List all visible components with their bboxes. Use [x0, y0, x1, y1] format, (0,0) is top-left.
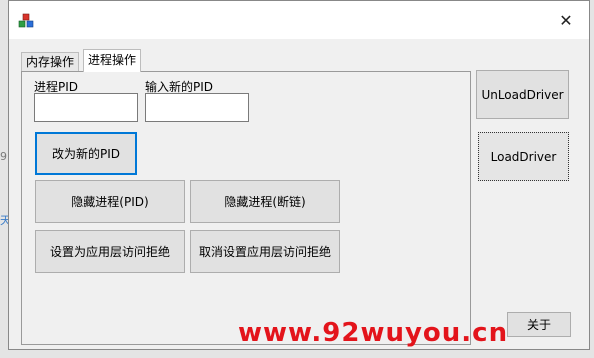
- close-icon[interactable]: ✕: [543, 1, 589, 39]
- tab-memory-ops[interactable]: 内存操作: [21, 52, 80, 71]
- tab-process-ops[interactable]: 进程操作: [83, 49, 142, 72]
- unload-driver-button[interactable]: UnLoadDriver: [476, 70, 569, 119]
- cubes-icon: [18, 13, 34, 28]
- watermark-text: www.92wuyou.cn: [238, 318, 509, 348]
- deny-access-button[interactable]: 设置为应用层访问拒绝: [35, 230, 185, 273]
- about-button[interactable]: 关于: [507, 312, 571, 337]
- hide-process-unlink-button[interactable]: 隐藏进程(断链): [190, 180, 340, 223]
- change-pid-button[interactable]: 改为新的PID: [35, 132, 137, 175]
- cancel-deny-access-button[interactable]: 取消设置应用层访问拒绝: [190, 230, 340, 273]
- pid-input[interactable]: [34, 93, 138, 122]
- new-pid-input[interactable]: [145, 93, 249, 122]
- hide-process-pid-button[interactable]: 隐藏进程(PID): [35, 180, 185, 223]
- process-panel: 进程PID 输入新的PID 改为新的PID 隐藏进程(PID) 隐藏进程(断链)…: [21, 71, 471, 345]
- app-window: ✕ 内存操作 进程操作 进程PID 输入新的PID 改为新的PID 隐藏进程(P…: [8, 0, 590, 350]
- load-driver-button[interactable]: LoadDriver: [478, 132, 569, 181]
- title-bar[interactable]: ✕: [9, 1, 589, 39]
